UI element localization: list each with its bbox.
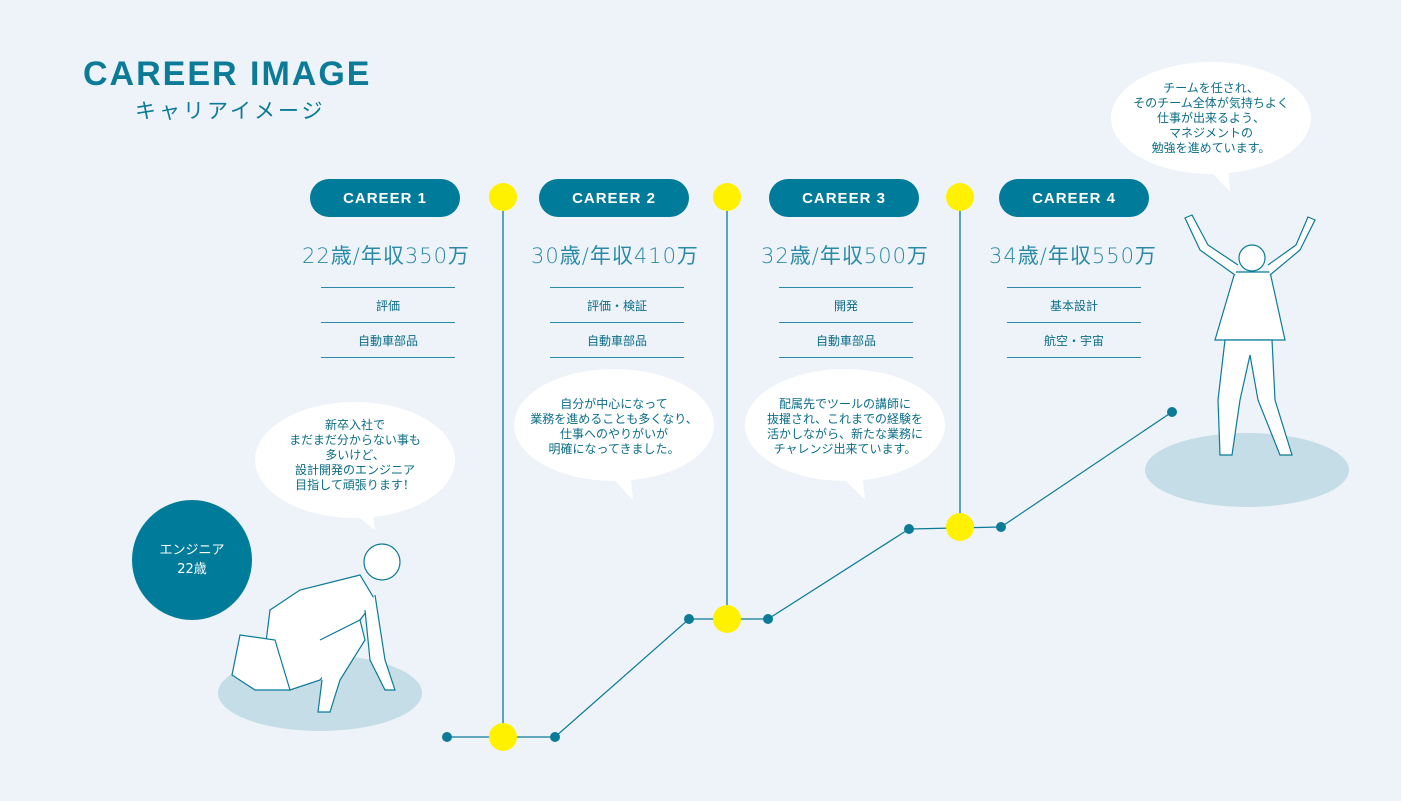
ground-shadow: [1145, 433, 1349, 507]
bubble-2-text: 自分が中心になって 業務を進めることも多くなり、 仕事へのやりがいが 明確になってきま…: [530, 397, 698, 456]
path-point: [442, 732, 452, 742]
start-badge: エンジニア 22歳: [132, 500, 252, 620]
field: 自動車部品: [779, 322, 913, 358]
career-3-pill: CAREER 3: [769, 179, 919, 217]
career-4-pill: CAREER 4: [999, 179, 1149, 217]
role: 基本設計: [1007, 287, 1141, 322]
start-age: 22歳: [177, 562, 207, 577]
start-label: エンジニア: [159, 543, 225, 558]
cheering-man-illustration: [1184, 214, 1316, 456]
career-3-info: 開発 自動車部品: [779, 287, 913, 358]
bubble-3-text: 配属先でツールの講師に 抜擢され、これまでの経験を 活かしながら、新たな業務に チャレ…: [766, 397, 924, 456]
career-1-salary: 22歳/年収350万: [302, 244, 470, 268]
career-1-info: 評価 自動車部品: [321, 287, 455, 358]
milestone-dot: [713, 183, 741, 211]
milestone-dot: [946, 513, 974, 541]
path-point: [763, 614, 773, 624]
field: 航空・宇宙: [1007, 322, 1141, 358]
role: 評価: [321, 287, 455, 322]
career-4-info: 基本設計 航空・宇宙: [1007, 287, 1141, 358]
field: 自動車部品: [321, 322, 455, 358]
page-subtitle: キャリアイメージ: [135, 99, 326, 123]
career-2-salary: 30歳/年収410万: [531, 244, 699, 268]
path-point: [550, 732, 560, 742]
milestone-dot: [946, 183, 974, 211]
path-point: [1167, 407, 1177, 417]
career-2-info: 評価・検証 自動車部品: [550, 287, 684, 358]
path-point: [996, 522, 1006, 532]
career-3-salary: 32歳/年収500万: [761, 244, 929, 268]
career-1-pill: CAREER 1: [310, 179, 460, 217]
field: 自動車部品: [550, 322, 684, 358]
milestone-dot: [713, 605, 741, 633]
milestone-dot: [489, 183, 517, 211]
bubble-1-text: 新卒入社で まだまだ分からない事も 多いけど、 設計開発のエンジニア 目指して頑張ります…: [289, 418, 421, 492]
bubble-4-text: チームを任され、 そのチーム全体が気持ちよく 仕事が出来るよう、 マネジメントの 勉強を…: [1133, 81, 1289, 155]
role: 開発: [779, 287, 913, 322]
career-4-salary: 34歳/年収550万: [989, 244, 1157, 268]
milestone-dot: [489, 723, 517, 751]
career-2-pill: CAREER 2: [539, 179, 689, 217]
page-title: CAREER IMAGE: [83, 55, 372, 93]
path-point: [904, 524, 914, 534]
path-point: [684, 614, 694, 624]
role: 評価・検証: [550, 287, 684, 322]
